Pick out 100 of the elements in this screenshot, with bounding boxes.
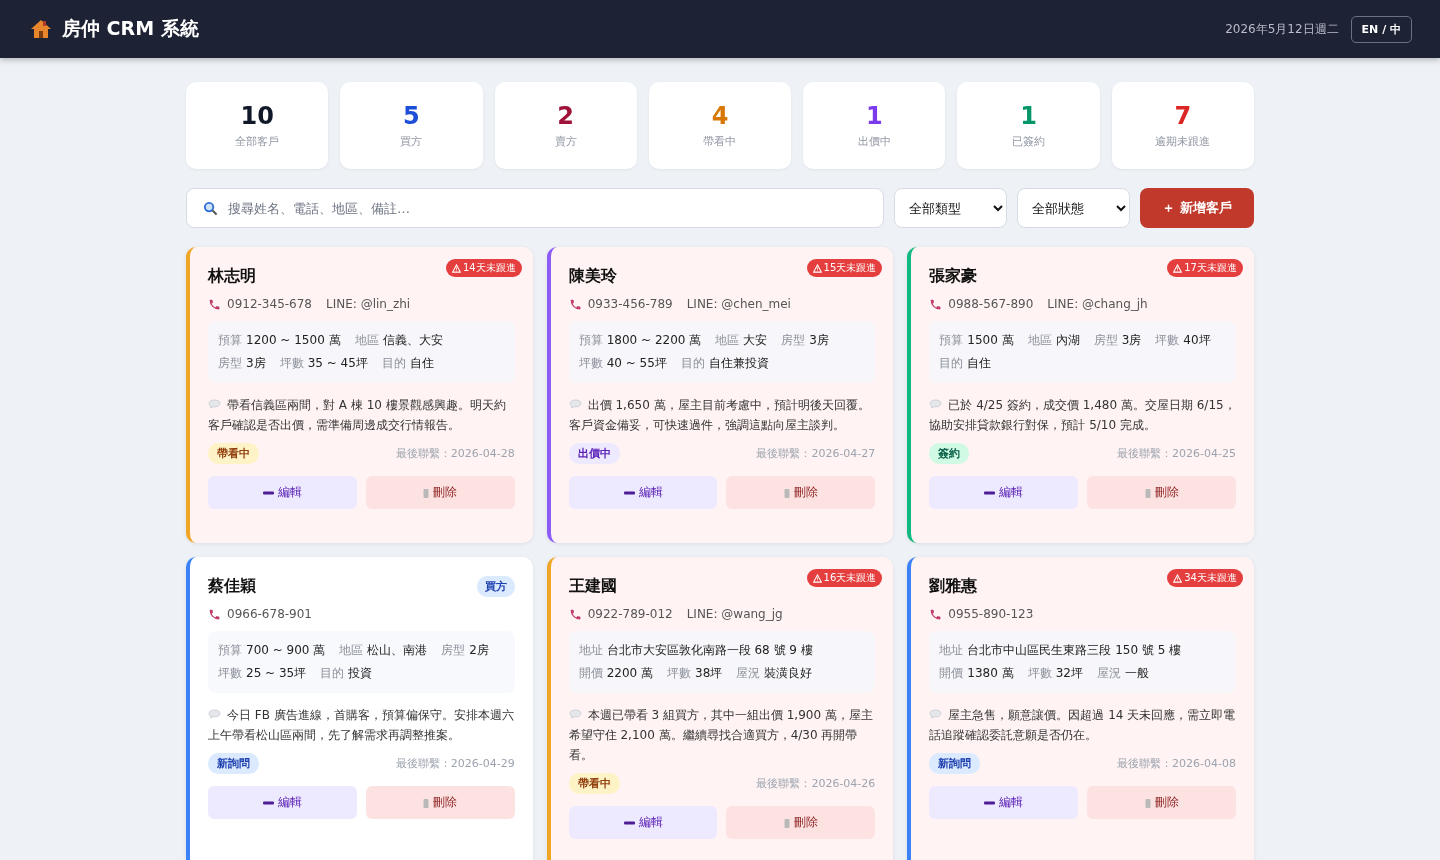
detail-value: 裝潢良好 bbox=[764, 666, 813, 680]
delete-button[interactable]: 刪除 bbox=[1087, 476, 1236, 509]
detail-value: 3房 bbox=[246, 356, 266, 370]
delete-button[interactable]: 刪除 bbox=[365, 786, 515, 819]
speech-bubble-icon bbox=[568, 709, 582, 719]
stat-value: 10 bbox=[240, 102, 274, 130]
detail-value: 一般 bbox=[1124, 666, 1149, 680]
detail-value: 2200 萬 bbox=[606, 666, 653, 680]
overdue-badge: 16天未跟進 bbox=[806, 569, 883, 587]
overdue-badge: 14天未跟進 bbox=[445, 259, 522, 277]
stat-label: 帶看中 bbox=[703, 134, 737, 149]
status-tag: 出價中 bbox=[568, 443, 620, 464]
detail-label: 開價 bbox=[578, 666, 603, 680]
search-field[interactable]: 搜尋姓名、電話、地區、備註… bbox=[226, 199, 867, 217]
status-tag: 帶看中 bbox=[568, 773, 620, 794]
overdue-badge: 15天未跟進 bbox=[806, 259, 883, 277]
status-filter[interactable]: 全部狀態 bbox=[1017, 188, 1130, 228]
detail-value: 自住兼投資 bbox=[708, 356, 769, 370]
app-title: 房仲 CRM 系統 bbox=[62, 16, 199, 41]
type-filter[interactable]: 全部類型 bbox=[894, 188, 1007, 228]
line-id: LINE: @wang_jg bbox=[686, 607, 783, 621]
type-tag: 買方 bbox=[476, 575, 515, 597]
line-id: LINE: @chang_jh bbox=[1047, 297, 1148, 311]
detail-label: 坪數 bbox=[578, 356, 603, 370]
search-bar[interactable]: 搜尋姓名、電話、地區、備註… bbox=[186, 188, 884, 228]
detail-value: 自住 bbox=[967, 356, 992, 370]
delete-button[interactable]: 刪除 bbox=[1087, 786, 1236, 819]
phone-icon bbox=[929, 297, 943, 311]
detail-label: 目的 bbox=[680, 356, 705, 370]
last-contact: 最後聯繫：2026-04-08 bbox=[1117, 756, 1236, 771]
stat-value: 4 bbox=[711, 102, 729, 130]
detail-label: 屋況 bbox=[736, 666, 761, 680]
detail-value: 內湖 bbox=[1055, 333, 1080, 347]
phone-icon bbox=[929, 607, 943, 621]
detail-label: 開價 bbox=[939, 666, 964, 680]
client-name: 張家豪 bbox=[929, 265, 978, 287]
stat-label: 賣方 bbox=[554, 134, 577, 149]
detail-label: 房型 bbox=[781, 333, 806, 347]
note-text: 本週已帶看 3 組買方，其中一組出價 1,900 萬，屋主希望守住 2,100 萬。繼續尋找合適買方，4/30 再開帶看。 bbox=[568, 707, 874, 764]
detail-label: 房型 bbox=[218, 356, 242, 370]
overdue-badge: 34天未跟進 bbox=[1167, 569, 1243, 587]
detail-label: 坪數 bbox=[218, 666, 242, 680]
detail-label: 坪數 bbox=[667, 666, 691, 680]
detail-value: 3房 bbox=[809, 333, 829, 347]
detail-value: 台北市大安區敦化南路一段 68 號 9 樓 bbox=[606, 643, 813, 657]
client-name: 劉雅惠 bbox=[929, 575, 978, 597]
language-button[interactable]: EN / 中 bbox=[1350, 15, 1412, 43]
client-name: 林志明 bbox=[208, 265, 256, 287]
detail-label: 預算 bbox=[939, 333, 964, 347]
detail-value: 2房 bbox=[469, 643, 489, 657]
detail-label: 坪數 bbox=[1027, 666, 1052, 680]
phone-icon bbox=[568, 297, 582, 311]
edit-button[interactable]: 編輯 bbox=[208, 476, 357, 509]
stat-label: 買方 bbox=[400, 134, 423, 149]
detail-label: 地區 bbox=[1027, 333, 1052, 347]
status-tag: 新詢問 bbox=[929, 753, 981, 774]
client-name: 陳美玲 bbox=[568, 265, 617, 287]
delete-button[interactable]: 刪除 bbox=[726, 476, 876, 509]
warning-icon bbox=[812, 263, 822, 273]
detail-label: 屋況 bbox=[1096, 666, 1121, 680]
phone-icon bbox=[208, 607, 221, 621]
line-id: LINE: @chen_mei bbox=[686, 297, 791, 311]
detail-value: 700 ~ 900 萬 bbox=[246, 643, 326, 657]
last-contact: 最後聯繫：2026-04-29 bbox=[395, 756, 515, 771]
speech-bubble-icon bbox=[568, 399, 582, 409]
detail-label: 地區 bbox=[339, 643, 364, 657]
detail-label: 地區 bbox=[715, 333, 740, 347]
detail-value: 3房 bbox=[1121, 333, 1142, 347]
detail-label: 目的 bbox=[381, 356, 406, 370]
last-contact: 最後聯繫：2026-04-25 bbox=[1117, 446, 1236, 461]
detail-value: 38坪 bbox=[695, 666, 723, 680]
edit-button[interactable]: 編輯 bbox=[929, 476, 1079, 509]
phone-number: 0922-789-012 bbox=[587, 607, 673, 621]
delete-button[interactable]: 刪除 bbox=[365, 476, 515, 509]
line-id: LINE: @lin_zhi bbox=[326, 297, 411, 311]
house-icon bbox=[30, 19, 52, 39]
phone-number: 0966-678-901 bbox=[227, 607, 312, 621]
speech-bubble-icon bbox=[208, 709, 221, 719]
edit-button[interactable]: 編輯 bbox=[568, 806, 718, 839]
detail-label: 預算 bbox=[218, 333, 242, 347]
edit-button[interactable]: 編輯 bbox=[208, 786, 357, 819]
overdue-badge: 17天未跟進 bbox=[1167, 259, 1243, 277]
detail-value: 1800 ~ 2200 萬 bbox=[606, 333, 702, 347]
client-name: 王建國 bbox=[568, 575, 617, 597]
edit-button[interactable]: 編輯 bbox=[568, 476, 718, 509]
detail-label: 預算 bbox=[578, 333, 603, 347]
detail-value: 25 ~ 35坪 bbox=[246, 666, 307, 680]
detail-value: 投資 bbox=[348, 666, 373, 680]
detail-value: 1380 萬 bbox=[967, 666, 1014, 680]
phone-number: 0933-456-789 bbox=[587, 297, 673, 311]
warning-icon bbox=[812, 573, 822, 583]
delete-button[interactable]: 刪除 bbox=[726, 806, 876, 839]
edit-button[interactable]: 編輯 bbox=[929, 786, 1079, 819]
date-text: 2026年5月12日週二 bbox=[1225, 20, 1339, 38]
client-name: 蔡佳穎 bbox=[208, 575, 256, 597]
add-client-button[interactable]: ＋ 新增客戶 bbox=[1140, 188, 1254, 228]
detail-value: 32坪 bbox=[1055, 666, 1083, 680]
detail-label: 房型 bbox=[1093, 333, 1118, 347]
detail-label: 目的 bbox=[939, 356, 964, 370]
detail-value: 信義、大安 bbox=[382, 333, 443, 347]
